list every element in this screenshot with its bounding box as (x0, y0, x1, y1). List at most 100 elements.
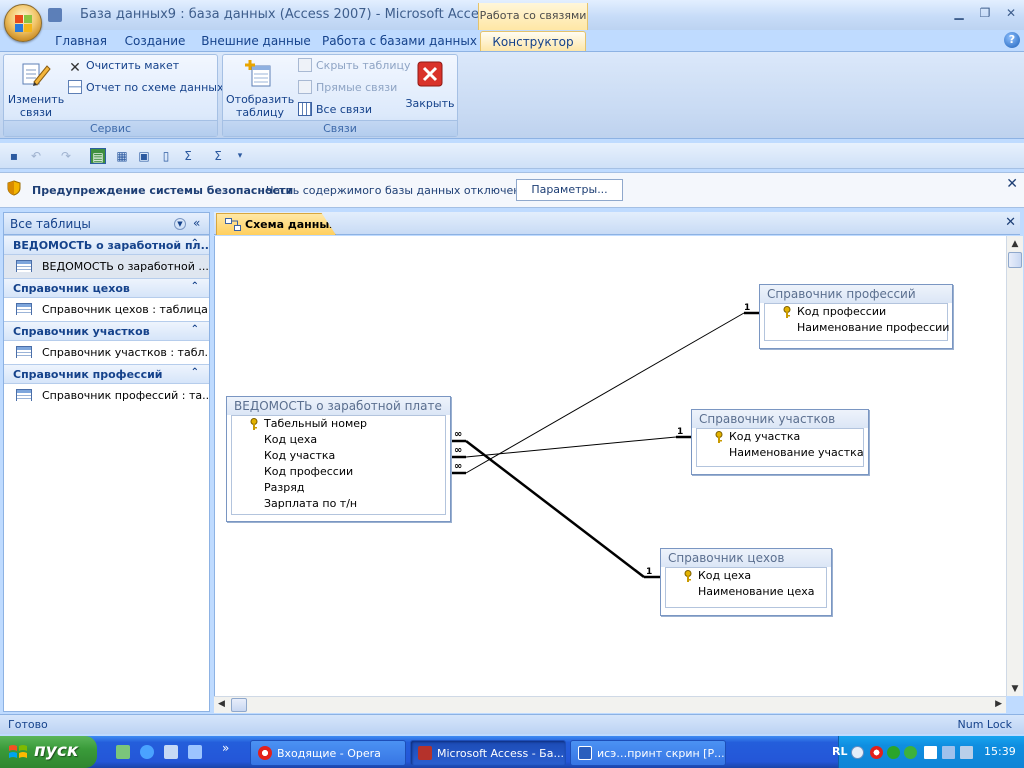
document-close-icon[interactable]: ✕ (1005, 215, 1016, 230)
tab-database-tools[interactable]: Работа с базами данных (322, 31, 477, 51)
nav-item-sections[interactable]: Справочник участков : табл... (4, 341, 209, 364)
chevron-up-icon[interactable]: ⌃ (191, 324, 199, 335)
scroll-left-icon[interactable]: ◀ (218, 699, 225, 709)
edit-relations-button[interactable]: Изменить связи (6, 58, 66, 119)
undo-icon[interactable]: ↶ (28, 148, 44, 164)
direct-relations-button[interactable]: Прямые связи (298, 79, 397, 97)
datasheet-icon[interactable]: ▤ (90, 148, 106, 164)
field-row[interactable]: Разряд (232, 480, 445, 496)
field-row[interactable]: Наименование участка (697, 445, 864, 461)
nav-group-vedomost[interactable]: ВЕДОМОСТЬ о заработной пл... ⌃ (4, 235, 209, 255)
tab-external-data[interactable]: Внешние данные (200, 31, 312, 51)
taskbar-button-opera[interactable]: Входящие - Opera (250, 740, 406, 766)
field-row[interactable]: Код профессии (232, 464, 445, 480)
close-icon[interactable]: ✕ (1000, 4, 1022, 22)
nav-header[interactable]: Все таблицы ▼ « (4, 213, 209, 235)
nav-item-professions[interactable]: Справочник профессий : та... (4, 384, 209, 407)
scroll-down-icon[interactable]: ▼ (1007, 684, 1023, 694)
nav-group-workshops[interactable]: Справочник цехов ⌃ (4, 278, 209, 298)
restore-icon[interactable]: ❐ (974, 4, 996, 22)
nav-group-professions[interactable]: Справочник профессий ⌃ (4, 364, 209, 384)
scroll-up-icon[interactable]: ▲ (1007, 239, 1023, 249)
tray-green-icon-2[interactable] (904, 746, 917, 759)
tab-create[interactable]: Создание (122, 31, 188, 51)
field-row[interactable]: Код участка (697, 429, 863, 445)
nav-dropdown-icon[interactable]: ▼ (174, 218, 186, 230)
chevron-up-icon[interactable]: ⌃ (191, 367, 199, 378)
form-icon[interactable]: ▣ (136, 148, 152, 164)
sum-icon-2[interactable]: Σ (210, 148, 226, 164)
field-row[interactable]: Код цеха (666, 568, 826, 584)
sum-icon[interactable]: Σ (180, 148, 196, 164)
tab-designer[interactable]: Конструктор (480, 31, 586, 51)
all-relations-label: Все связи (316, 103, 373, 116)
chevron-up-icon[interactable]: ⌃ (191, 281, 199, 292)
show-table-button[interactable]: Отобразить таблицу (226, 58, 294, 119)
field-row[interactable]: Зарплата по т/н (232, 496, 445, 512)
quicklaunch-expand-icon[interactable]: » (222, 741, 229, 755)
table-sections[interactable]: Справочник участков Код участка Наименов… (691, 409, 869, 475)
quicklaunch-media-icon[interactable] (164, 745, 178, 759)
save-icon[interactable]: ▪ (6, 148, 22, 164)
office-button[interactable] (4, 4, 42, 42)
all-relations-icon (298, 102, 312, 116)
security-options-button[interactable]: Параметры... (516, 179, 623, 201)
chevron-up-icon[interactable]: ⌃ (191, 238, 199, 249)
vertical-scroll-thumb[interactable] (1008, 252, 1022, 268)
field-label: Код профессии (797, 305, 887, 318)
language-indicator[interactable]: RL (832, 745, 847, 758)
report-icon (68, 80, 82, 94)
tray-opera-icon[interactable] (870, 746, 883, 759)
tray-green-icon[interactable] (887, 746, 900, 759)
field-row[interactable]: Наименование цеха (666, 584, 826, 600)
quicklaunch-desktop-icon[interactable] (116, 745, 130, 759)
tray-play-icon[interactable] (924, 746, 937, 759)
taskbar-button-word[interactable]: исэ…принт скрин [Р... (570, 740, 726, 766)
scroll-right-icon[interactable]: ▶ (995, 699, 1002, 709)
table-vedomost[interactable]: ВЕДОМОСТЬ о заработной плате Табельный н… (226, 396, 451, 522)
tab-relationships-diagram[interactable]: Схема данных (216, 213, 336, 235)
table-icon[interactable]: ▦ (114, 148, 130, 164)
field-row[interactable]: Наименование профессии (765, 320, 949, 336)
all-relations-button[interactable]: Все связи (298, 101, 372, 119)
table-workshops[interactable]: Справочник цехов Код цеха Наименование ц… (660, 548, 832, 616)
clock: 15:39 (984, 745, 1016, 758)
customize-qat-icon[interactable]: ▾ (232, 148, 248, 164)
primary-key-icon (715, 431, 723, 443)
nav-item-workshops[interactable]: Справочник цехов : таблица (4, 298, 209, 321)
one-label-sections: 1 (677, 427, 683, 437)
nav-item-vedomost[interactable]: ВЕДОМОСТЬ о заработной ... (4, 255, 209, 278)
help-icon[interactable]: ? (1004, 32, 1020, 48)
nav-collapse-icon[interactable]: « (193, 216, 200, 230)
field-row[interactable]: Табельный номер (232, 416, 445, 432)
start-button[interactable]: пуск (0, 736, 97, 768)
field-row[interactable]: Код цеха (232, 432, 445, 448)
minimize-icon[interactable]: ▁ (948, 4, 970, 22)
relation-report-button[interactable]: Отчет по схеме данных (68, 79, 223, 97)
clear-layout-button[interactable]: ✕ Очистить макет (68, 57, 179, 75)
quicklaunch-messenger-icon[interactable] (188, 745, 202, 759)
relationships-icon (225, 218, 241, 231)
horizontal-scroll-thumb[interactable] (231, 698, 247, 712)
redo-icon[interactable]: ↷ (58, 148, 74, 164)
tray-expand-icon[interactable] (851, 746, 864, 759)
field-row[interactable]: Код участка (232, 448, 445, 464)
page-icon[interactable]: ▯ (158, 148, 174, 164)
save-icon[interactable] (48, 8, 62, 22)
security-close-icon[interactable]: ✕ (1006, 176, 1018, 192)
table-professions[interactable]: Справочник профессий Код профессии Наиме… (759, 284, 953, 349)
horizontal-scrollbar[interactable]: ◀ ▶ (214, 696, 1006, 713)
close-relations-button[interactable]: Закрыть (404, 60, 456, 110)
tray-network-icon[interactable] (942, 746, 955, 759)
nav-group-sections[interactable]: Справочник участков ⌃ (4, 321, 209, 341)
tab-home[interactable]: Главная (50, 31, 112, 51)
hide-table-button[interactable]: Скрыть таблицу (298, 57, 411, 75)
nav-group-title: Справочник профессий (13, 368, 163, 381)
group-service-label: Сервис (4, 120, 217, 136)
field-row[interactable]: Код профессии (765, 304, 947, 320)
tray-network-icon-2[interactable] (960, 746, 973, 759)
quicklaunch-ie-icon[interactable] (140, 745, 154, 759)
field-label: Зарплата по т/н (264, 497, 358, 510)
vertical-scrollbar[interactable]: ▲ ▼ (1006, 236, 1023, 696)
taskbar-button-access[interactable]: Microsoft Access - Ба... (410, 740, 566, 766)
